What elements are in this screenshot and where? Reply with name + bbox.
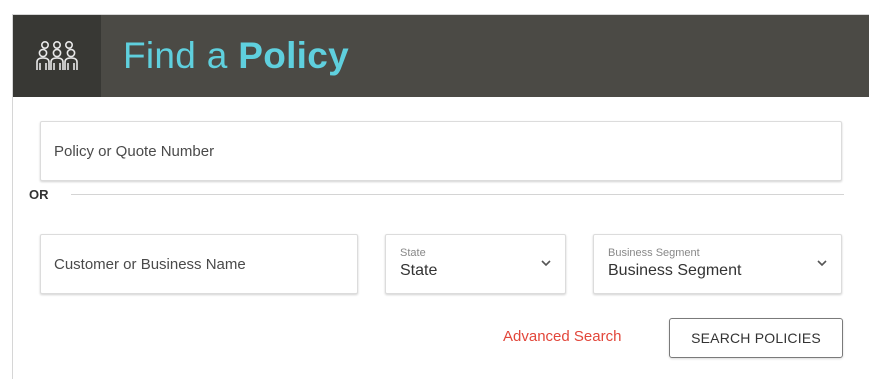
title-bold: Policy xyxy=(238,35,350,76)
or-label: OR xyxy=(29,186,49,202)
customer-name-input[interactable] xyxy=(41,235,357,293)
policy-number-field[interactable] xyxy=(40,121,842,181)
chevron-down-icon xyxy=(817,260,827,267)
card-header: Find a Policy xyxy=(13,15,869,97)
state-select-value: State xyxy=(400,262,438,279)
business-segment-value: Business Segment xyxy=(608,262,742,279)
state-select-label: State xyxy=(400,247,426,259)
or-divider: OR xyxy=(29,186,844,202)
group-of-people-icon xyxy=(36,40,78,70)
policy-number-input[interactable] xyxy=(41,122,841,180)
business-segment-select[interactable]: Business Segment Business Segment xyxy=(593,234,842,294)
page-title: Find a Policy xyxy=(123,35,349,77)
business-segment-label: Business Segment xyxy=(608,247,700,259)
customer-name-field[interactable] xyxy=(40,234,358,294)
title-regular: Find a xyxy=(123,35,239,76)
header-icon-box xyxy=(13,15,101,97)
search-policies-button[interactable]: SEARCH POLICIES xyxy=(669,318,843,358)
divider-line xyxy=(70,193,844,195)
chevron-down-icon xyxy=(541,260,551,267)
advanced-search-link[interactable]: Advanced Search xyxy=(503,328,621,345)
state-select[interactable]: State State xyxy=(385,234,566,294)
